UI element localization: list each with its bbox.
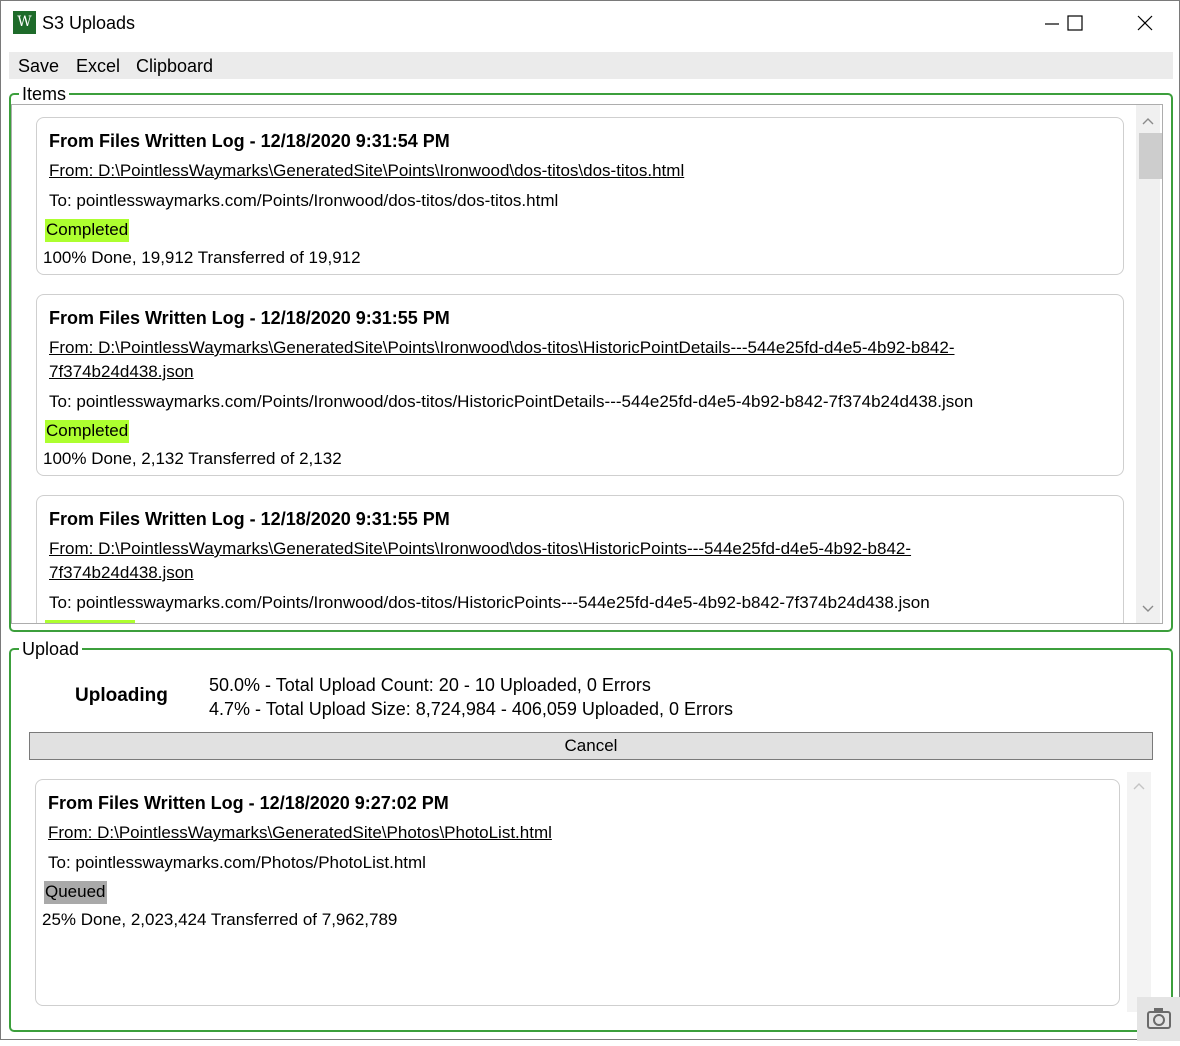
to-path: To: pointlesswaymarks.com/Points/Ironwoo… — [49, 191, 559, 210]
item-header: From Files Written Log - 12/18/2020 9:31… — [49, 509, 450, 529]
upload-scrollbar[interactable] — [1127, 772, 1151, 1012]
current-upload-list[interactable]: From Files Written Log - 12/18/2020 9:27… — [29, 772, 1153, 1012]
items-list[interactable]: From Files Written Log - 12/18/2020 9:31… — [11, 104, 1163, 624]
cancel-button[interactable]: Cancel — [29, 732, 1153, 760]
status-badge — [45, 620, 135, 623]
close-icon — [1137, 15, 1153, 31]
scroll-thumb[interactable] — [1139, 133, 1162, 179]
close-button[interactable] — [1122, 1, 1168, 47]
scroll-up-icon[interactable] — [1136, 111, 1160, 131]
item-header: From Files Written Log - 12/18/2020 9:31… — [49, 308, 450, 328]
to-path: To: pointlesswaymarks.com/Points/Ironwoo… — [49, 392, 974, 411]
progress-text: 100% Done, 2,132 Transferred of 2,132 — [43, 449, 342, 468]
item-header: From Files Written Log - 12/18/2020 9:27… — [48, 793, 449, 813]
app-logo-icon: W — [13, 11, 36, 34]
upload-group-label: Upload — [19, 639, 83, 660]
progress-text: 100% Done, 19,912 Transferred of 19,912 — [43, 248, 361, 267]
s3-uploads-window: W S3 Uploads Save Excel Clipboard Items — [0, 0, 1180, 1041]
status-badge: Queued — [44, 881, 107, 904]
maximize-button[interactable] — [1052, 1, 1098, 47]
progress-text: 25% Done, 2,023,424 Transferred of 7,962… — [42, 910, 398, 929]
menu-clipboard[interactable]: Clipboard — [136, 56, 213, 77]
from-path-link[interactable]: From: D:\PointlessWaymarks\GeneratedSite… — [49, 537, 949, 585]
upload-status-label: Uploading — [75, 685, 168, 706]
status-badge: Completed — [45, 420, 130, 443]
from-path-link[interactable]: From: D:\PointlessWaymarks\GeneratedSite… — [48, 821, 1048, 845]
maximize-icon — [1067, 15, 1083, 31]
upload-size-summary: 4.7% - Total Upload Size: 8,724,984 - 40… — [209, 699, 733, 719]
scroll-up-icon[interactable] — [1127, 776, 1151, 796]
to-path: To: pointlesswaymarks.com/Points/Ironwoo… — [49, 593, 930, 612]
from-path-link[interactable]: From: D:\PointlessWaymarks\GeneratedSite… — [49, 336, 989, 384]
item-header: From Files Written Log - 12/18/2020 9:31… — [49, 131, 450, 151]
screenshot-button[interactable] — [1137, 997, 1180, 1041]
menu-bar: Save Excel Clipboard — [9, 52, 1173, 79]
scroll-down-icon[interactable] — [1136, 599, 1160, 619]
list-item[interactable]: From Files Written Log - 12/18/2020 9:31… — [36, 117, 1124, 275]
to-path: To: pointlesswaymarks.com/Photos/PhotoLi… — [48, 853, 426, 872]
upload-count-summary: 50.0% - Total Upload Count: 20 - 10 Uplo… — [209, 675, 651, 695]
list-item[interactable]: From Files Written Log - 12/18/2020 9:27… — [35, 779, 1120, 1006]
window-title: S3 Uploads — [42, 13, 136, 33]
items-group-label: Items — [19, 84, 70, 105]
menu-save[interactable]: Save — [18, 56, 59, 77]
title-bar[interactable]: W S3 Uploads — [1, 1, 1179, 47]
menu-excel[interactable]: Excel — [76, 56, 120, 77]
list-item[interactable]: From Files Written Log - 12/18/2020 9:31… — [36, 294, 1124, 476]
items-scrollbar[interactable] — [1136, 105, 1162, 623]
camera-icon — [1147, 1008, 1171, 1029]
list-item[interactable]: From Files Written Log - 12/18/2020 9:31… — [36, 495, 1124, 623]
from-path-link[interactable]: From: D:\PointlessWaymarks\GeneratedSite… — [49, 159, 1049, 183]
status-badge: Completed — [45, 219, 130, 242]
